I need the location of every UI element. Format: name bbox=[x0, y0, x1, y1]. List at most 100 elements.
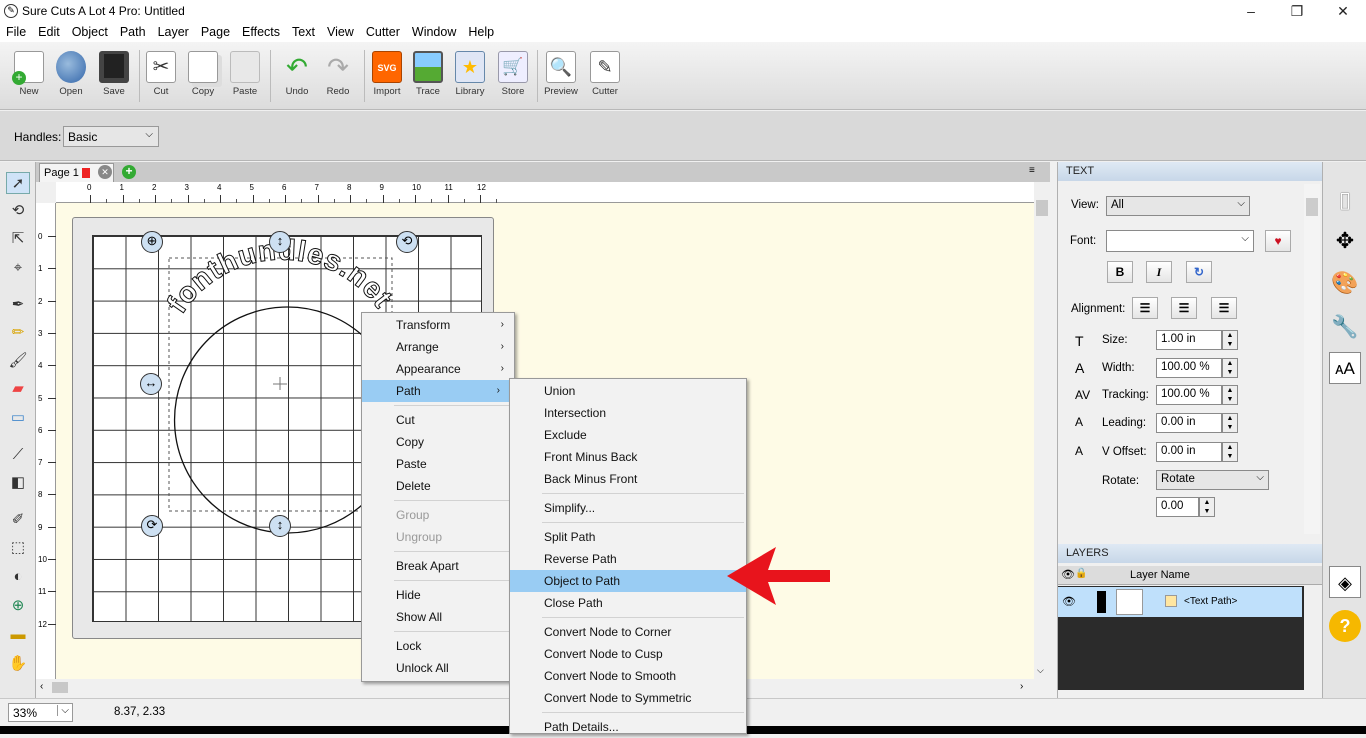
menu-item-cut[interactable]: Cut bbox=[362, 409, 514, 431]
submenu-item-path-details-[interactable]: Path Details... bbox=[510, 716, 746, 738]
copy-button[interactable]: Copy bbox=[183, 51, 223, 97]
tab-list-icon[interactable]: ≡ bbox=[1029, 165, 1035, 176]
document-icon[interactable]: ▯ bbox=[1329, 184, 1361, 216]
width-input[interactable]: 100.00 % bbox=[1156, 358, 1222, 378]
help-icon[interactable]: ? bbox=[1329, 610, 1361, 642]
submenu-item-object-to-path[interactable]: Object to Path bbox=[510, 570, 746, 592]
rotate-handle-tl[interactable]: ⊕ bbox=[141, 231, 163, 253]
pencil-tool-icon[interactable]: ✏ bbox=[6, 322, 30, 344]
menu-item-show-all[interactable]: Show All bbox=[362, 606, 514, 628]
import-button[interactable]: SVG Import bbox=[367, 51, 407, 97]
eraser-tool-icon[interactable]: ▰ bbox=[6, 378, 30, 400]
cutter-button[interactable]: ✎ Cutter bbox=[585, 51, 625, 97]
menu-item-delete[interactable]: Delete bbox=[362, 475, 514, 497]
move-icon[interactable]: ✥ bbox=[1329, 225, 1361, 257]
ruler-tool-icon[interactable]: ▬ bbox=[6, 624, 30, 646]
align-left-button[interactable]: ☰ bbox=[1132, 297, 1158, 319]
menu-item-break-apart[interactable]: Break Apart bbox=[362, 555, 514, 577]
menu-item-transform[interactable]: Transform › bbox=[362, 314, 514, 336]
menu-cutter[interactable]: Cutter bbox=[360, 23, 406, 39]
layer-row[interactable]: 👁 <Text Path> bbox=[1058, 587, 1302, 617]
hand-tool-icon[interactable]: ✋ bbox=[6, 653, 30, 675]
size-input[interactable]: 1.00 in bbox=[1156, 330, 1222, 350]
library-button[interactable]: ★ Library bbox=[450, 51, 490, 97]
zoom-tool-icon[interactable]: ⊕ bbox=[6, 595, 30, 617]
vertical-scrollbar[interactable]: ⌵ bbox=[1034, 182, 1050, 679]
eyedropper-tool-icon[interactable]: ⟋ bbox=[6, 444, 30, 466]
text-panel-icon[interactable]: ᴀA bbox=[1329, 352, 1361, 384]
trace-button[interactable]: Trace bbox=[408, 51, 448, 97]
paste-button[interactable]: Paste bbox=[225, 51, 265, 97]
submenu-item-simplify-[interactable]: Simplify... bbox=[510, 497, 746, 519]
submenu-item-convert-node-to-corner[interactable]: Convert Node to Corner bbox=[510, 621, 746, 643]
submenu-item-convert-node-to-cusp[interactable]: Convert Node to Cusp bbox=[510, 643, 746, 665]
menu-path[interactable]: Path bbox=[114, 23, 152, 39]
resize-handle-top[interactable]: ↕ bbox=[269, 231, 291, 253]
minimize-button[interactable]: – bbox=[1228, 0, 1274, 23]
align-center-button[interactable]: ☰ bbox=[1171, 297, 1197, 319]
resize-handle-bottom[interactable]: ↕ bbox=[269, 515, 291, 537]
h-scroll-thumb[interactable] bbox=[52, 682, 68, 693]
leading-spinner[interactable]: ▲ ▼ bbox=[1222, 413, 1238, 433]
menu-item-arrange[interactable]: Arrange › bbox=[362, 336, 514, 358]
menu-window[interactable]: Window bbox=[406, 23, 462, 39]
menu-item-hide[interactable]: Hide bbox=[362, 584, 514, 606]
scroll-left-icon[interactable]: ‹ bbox=[40, 681, 43, 692]
zoom-select[interactable]: 33% ⌵ bbox=[8, 703, 73, 722]
gradient-tool-icon[interactable]: ◧ bbox=[6, 472, 30, 494]
submenu-item-reverse-path[interactable]: Reverse Path bbox=[510, 548, 746, 570]
visibility-icon[interactable]: 👁 bbox=[1062, 595, 1076, 608]
palette-icon[interactable]: 🎨 bbox=[1329, 267, 1361, 299]
handles-select[interactable]: Basic ⌵ bbox=[63, 126, 159, 147]
eraser-knife-tool-icon[interactable]: ⌖ bbox=[6, 257, 30, 279]
font-select[interactable]: ⌵ bbox=[1106, 230, 1254, 252]
voffset-spinner[interactable]: ▲ ▼ bbox=[1222, 442, 1238, 462]
submenu-item-front-minus-back[interactable]: Front Minus Back bbox=[510, 446, 746, 468]
redo-button[interactable]: ↷ Redo bbox=[318, 51, 358, 97]
menu-text[interactable]: Text bbox=[286, 23, 321, 39]
rotate-handle-tr[interactable]: ⟲ bbox=[396, 231, 418, 253]
voffset-input[interactable]: 0.00 in bbox=[1156, 442, 1222, 462]
menu-help[interactable]: Help bbox=[462, 23, 500, 39]
scroll-down-icon[interactable]: ⌵ bbox=[1037, 665, 1044, 676]
new-button[interactable]: + New bbox=[9, 51, 49, 97]
menu-edit[interactable]: Edit bbox=[32, 23, 66, 39]
preview-button[interactable]: 🔍 Preview bbox=[541, 51, 581, 97]
close-button[interactable]: ✕ bbox=[1320, 0, 1366, 23]
rotate-handle-bl[interactable]: ⟳ bbox=[141, 515, 163, 537]
knife-tool-icon[interactable]: ✐ bbox=[6, 509, 30, 531]
tracking-input[interactable]: 100.00 % bbox=[1156, 385, 1222, 405]
rotate-select[interactable]: Rotate ⌵ bbox=[1156, 470, 1269, 490]
submenu-item-convert-node-to-smooth[interactable]: Convert Node to Smooth bbox=[510, 665, 746, 687]
menu-item-lock[interactable]: Lock bbox=[362, 635, 514, 657]
node-edit-tool-icon[interactable]: ⇱ bbox=[6, 228, 30, 250]
leading-input[interactable]: 0.00 in bbox=[1156, 413, 1222, 433]
submenu-item-convert-node-to-symmetric[interactable]: Convert Node to Symmetric bbox=[510, 687, 746, 709]
scroll-thumb[interactable] bbox=[1036, 200, 1048, 216]
menu-item-unlock-all[interactable]: Unlock All bbox=[362, 657, 514, 679]
menu-file[interactable]: File bbox=[0, 23, 32, 39]
menu-item-path[interactable]: Path › bbox=[362, 380, 510, 402]
menu-layer[interactable]: Layer bbox=[152, 23, 195, 39]
menu-object[interactable]: Object bbox=[66, 23, 114, 39]
size-spinner[interactable]: ▲ ▼ bbox=[1222, 330, 1238, 350]
brush-tool-icon[interactable]: 🖌 bbox=[6, 350, 30, 372]
rotate-amount-input[interactable]: 0.00 bbox=[1156, 497, 1199, 517]
italic-button[interactable]: I bbox=[1146, 261, 1172, 283]
maximize-button[interactable]: ❐ bbox=[1274, 0, 1320, 23]
tracking-spinner[interactable]: ▲ ▼ bbox=[1222, 385, 1238, 405]
select-tool-icon[interactable]: ➚ bbox=[6, 172, 30, 194]
scroll-right-icon[interactable]: › bbox=[1020, 681, 1023, 692]
panel-scrollbar[interactable] bbox=[1304, 184, 1320, 534]
lasso-tool-icon[interactable]: ⟲ bbox=[6, 200, 30, 222]
shape-edit-tool-icon[interactable]: ⬚ bbox=[6, 537, 30, 559]
undo-button[interactable]: ↶ Undo bbox=[277, 51, 317, 97]
store-button[interactable]: 🛒 Store bbox=[493, 51, 533, 97]
cut-button[interactable]: ✂ Cut bbox=[141, 51, 181, 97]
menu-page[interactable]: Page bbox=[195, 23, 236, 39]
width-spinner[interactable]: ▲ ▼ bbox=[1222, 358, 1238, 378]
submenu-item-back-minus-front[interactable]: Back Minus Front bbox=[510, 468, 746, 490]
menu-view[interactable]: View bbox=[321, 23, 360, 39]
rotate-spinner[interactable]: ▲ ▼ bbox=[1199, 497, 1215, 517]
view-select[interactable]: All ⌵ bbox=[1106, 196, 1250, 216]
